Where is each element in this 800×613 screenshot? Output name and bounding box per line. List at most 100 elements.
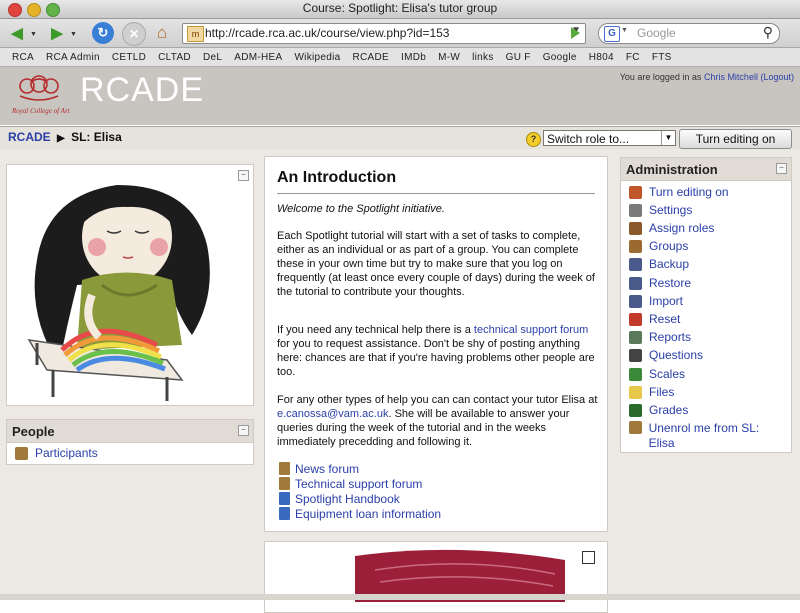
rcade-logo[interactable]: RCADE [80,71,204,110]
admin-item-settings[interactable]: Settings [629,202,784,218]
spotlight-handbook-item[interactable]: Spotlight Handbook [279,491,400,506]
engine-dropdown-icon[interactable]: ▼ [621,27,628,34]
admin-item-reports[interactable]: Reports [629,330,784,346]
grades-icon [629,403,642,417]
technical-support-forum-list-link[interactable]: Technical support forum [295,477,422,491]
admin-link[interactable]: Reports [649,330,691,345]
back-dropdown-icon[interactable]: ▼ [30,31,37,38]
admin-link[interactable]: Turn editing on [649,185,729,200]
admin-item-assign-roles[interactable]: Assign roles [629,220,784,236]
support-text-start: If you need any technical help there is … [277,324,474,336]
admin-item-questions[interactable]: Questions [629,348,784,364]
administration-block-header: Administration − [621,158,791,181]
passport-image [355,549,565,602]
page-bottom-edge [0,594,800,600]
admin-link[interactable]: Restore [649,276,691,291]
admin-item-import[interactable]: Import [629,293,784,309]
bookmark-item[interactable]: links [472,52,494,63]
search-icon[interactable]: ⚲ [763,24,773,41]
section-checkbox[interactable] [582,551,595,564]
home-icon[interactable]: ⌂ [151,22,173,44]
switch-role-select[interactable]: Switch role to... ▼ [543,130,676,146]
bookmarks-bar: RCA RCA Admin CETLD CLTAD DeL ADM-HEA Wikipedi… [0,48,800,67]
news-forum-link[interactable]: News forum [295,462,359,476]
search-field[interactable]: G ▼ Google ⚲ [598,23,780,44]
address-bar[interactable]: m http://rcade.rca.ac.uk/course/view.php… [182,23,586,44]
admin-item-grades[interactable]: Grades [629,402,784,418]
chevron-down-icon[interactable]: ▼ [661,131,675,145]
bookmark-item[interactable]: GU F [506,52,531,63]
support-text-end: for you to request assistance. Don't be … [277,338,595,378]
spotlight-handbook-link[interactable]: Spotlight Handbook [295,492,400,506]
go-arrow-icon[interactable] [571,27,580,39]
rca-crest-icon [19,75,59,101]
girl-painting-rainbow-illustration [27,185,210,401]
admin-link[interactable]: Reset [649,312,680,327]
bookmark-item[interactable]: H804 [589,52,614,63]
bookmark-item[interactable]: Wikipedia [294,52,340,63]
unenrol-icon [629,420,642,434]
tutor-email-link[interactable]: e.canossa@vam.ac.uk [277,408,388,420]
pencil-icon [629,185,642,199]
bookmark-item[interactable]: ADM-HEA [234,52,282,63]
admin-link[interactable]: Files [649,385,674,400]
technical-support-forum-link[interactable]: technical support forum [474,324,588,336]
back-arrow-icon[interactable]: ◀ [6,22,28,44]
equipment-loan-link[interactable]: Equipment loan information [295,507,441,521]
admin-item-groups[interactable]: Groups [629,239,784,255]
search-placeholder: Google [637,26,676,40]
welcome-text: Welcome to the Spotlight initiative. [277,203,445,215]
bookmark-item[interactable]: FTS [652,52,672,63]
participants-item[interactable]: Participants [15,445,98,461]
collapse-block-icon[interactable]: − [776,163,787,174]
bookmark-item[interactable]: IMDb [401,52,426,63]
equipment-loan-item[interactable]: Equipment loan information [279,506,441,521]
people-block: People − Participants [6,419,254,465]
admin-link[interactable]: Settings [649,203,692,218]
admin-link[interactable]: Grades [649,403,688,418]
bookmark-item[interactable]: FC [626,52,640,63]
admin-item-scales[interactable]: Scales [629,366,784,382]
admin-link[interactable]: Questions [649,348,703,363]
admin-item-backup[interactable]: Backup [629,257,784,273]
import-icon [629,294,642,308]
admin-item-reset[interactable]: Reset [629,311,784,327]
news-forum-item[interactable]: News forum [279,461,359,476]
bookmark-item[interactable]: RCADE [353,52,390,63]
forward-dropdown-icon[interactable]: ▼ [70,31,77,38]
url-text[interactable]: http://rcade.rca.ac.uk/course/view.php?i… [205,26,449,40]
bookmark-item[interactable]: M-W [438,52,460,63]
help-icon[interactable]: ? [526,132,541,147]
bookmark-item[interactable]: Google [543,52,577,63]
admin-link[interactable]: Assign roles [649,221,714,236]
admin-item-files[interactable]: Files [629,384,784,400]
technical-support-forum-item[interactable]: Technical support forum [279,476,422,491]
bookmark-item[interactable]: CLTAD [158,52,191,63]
reload-icon[interactable]: ↻ [92,22,114,44]
user-name-link[interactable]: Chris Mitchell [704,72,758,82]
stop-icon[interactable]: ✕ [122,22,146,46]
logout-link[interactable]: (Logout) [760,72,794,82]
admin-item-turn-editing-on[interactable]: Turn editing on [629,184,784,200]
forward-arrow-icon[interactable]: ▶ [46,22,68,44]
bookmark-item[interactable]: RCA [12,52,34,63]
google-engine-icon[interactable]: G [604,26,620,42]
people-block-header: People − [7,420,253,443]
bookmark-item[interactable]: CETLD [112,52,146,63]
collapse-block-icon[interactable]: − [238,425,249,436]
section-title: An Introduction [277,169,397,186]
admin-link[interactable]: Unenrol me from SL: Elisa [649,421,784,451]
bookmark-item[interactable]: RCA Admin [46,52,100,63]
bookmark-item[interactable]: DeL [203,52,222,63]
admin-item-unenrol-me-from-sl-elisa[interactable]: Unenrol me from SL: Elisa [629,420,784,451]
breadcrumb-home-link[interactable]: RCADE [8,130,51,144]
document-link-icon [279,507,290,520]
admin-link[interactable]: Scales [649,367,685,382]
admin-link[interactable]: Import [649,294,683,309]
admin-link[interactable]: Backup [649,257,689,272]
participants-link[interactable]: Participants [35,446,98,460]
turn-editing-on-button[interactable]: Turn editing on [679,129,792,149]
admin-link[interactable]: Groups [649,239,688,254]
contact-text-start: For any other types of help you can can … [277,394,598,406]
admin-item-restore[interactable]: Restore [629,275,784,291]
